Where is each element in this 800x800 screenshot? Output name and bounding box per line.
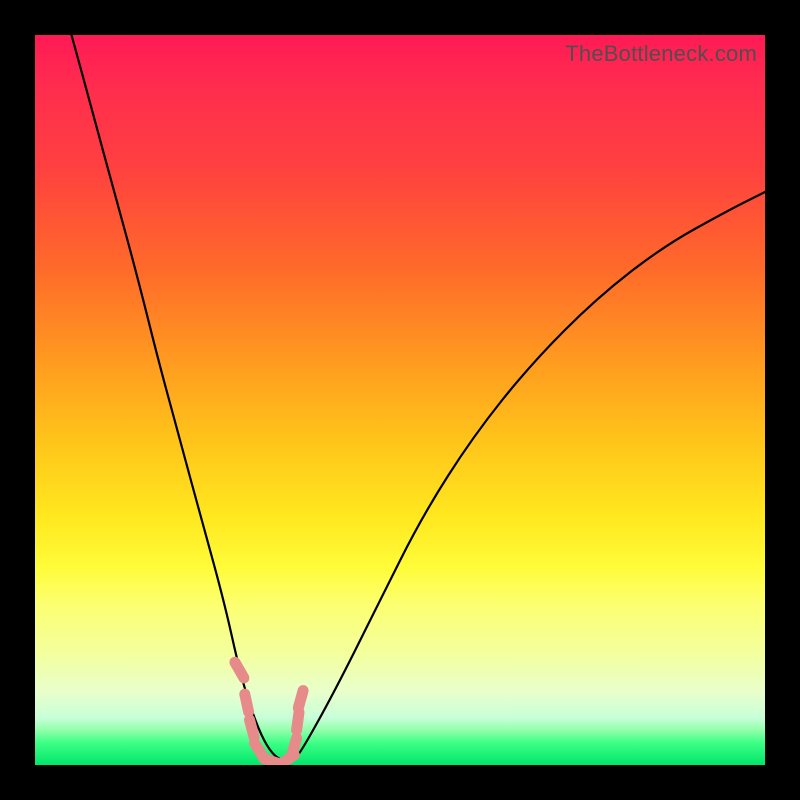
chart-frame: TheBottleneck.com bbox=[0, 0, 800, 800]
curve-marker bbox=[297, 712, 299, 730]
bottleneck-curve bbox=[72, 35, 766, 761]
curve-marker bbox=[245, 694, 249, 712]
curve-marker bbox=[298, 691, 303, 708]
curve-marker bbox=[250, 720, 255, 737]
plot-area: TheBottleneck.com bbox=[35, 35, 765, 765]
watermark-text: TheBottleneck.com bbox=[565, 41, 757, 67]
chart-svg bbox=[35, 35, 765, 765]
curve-marker bbox=[292, 738, 297, 755]
curve-marker bbox=[235, 662, 244, 678]
